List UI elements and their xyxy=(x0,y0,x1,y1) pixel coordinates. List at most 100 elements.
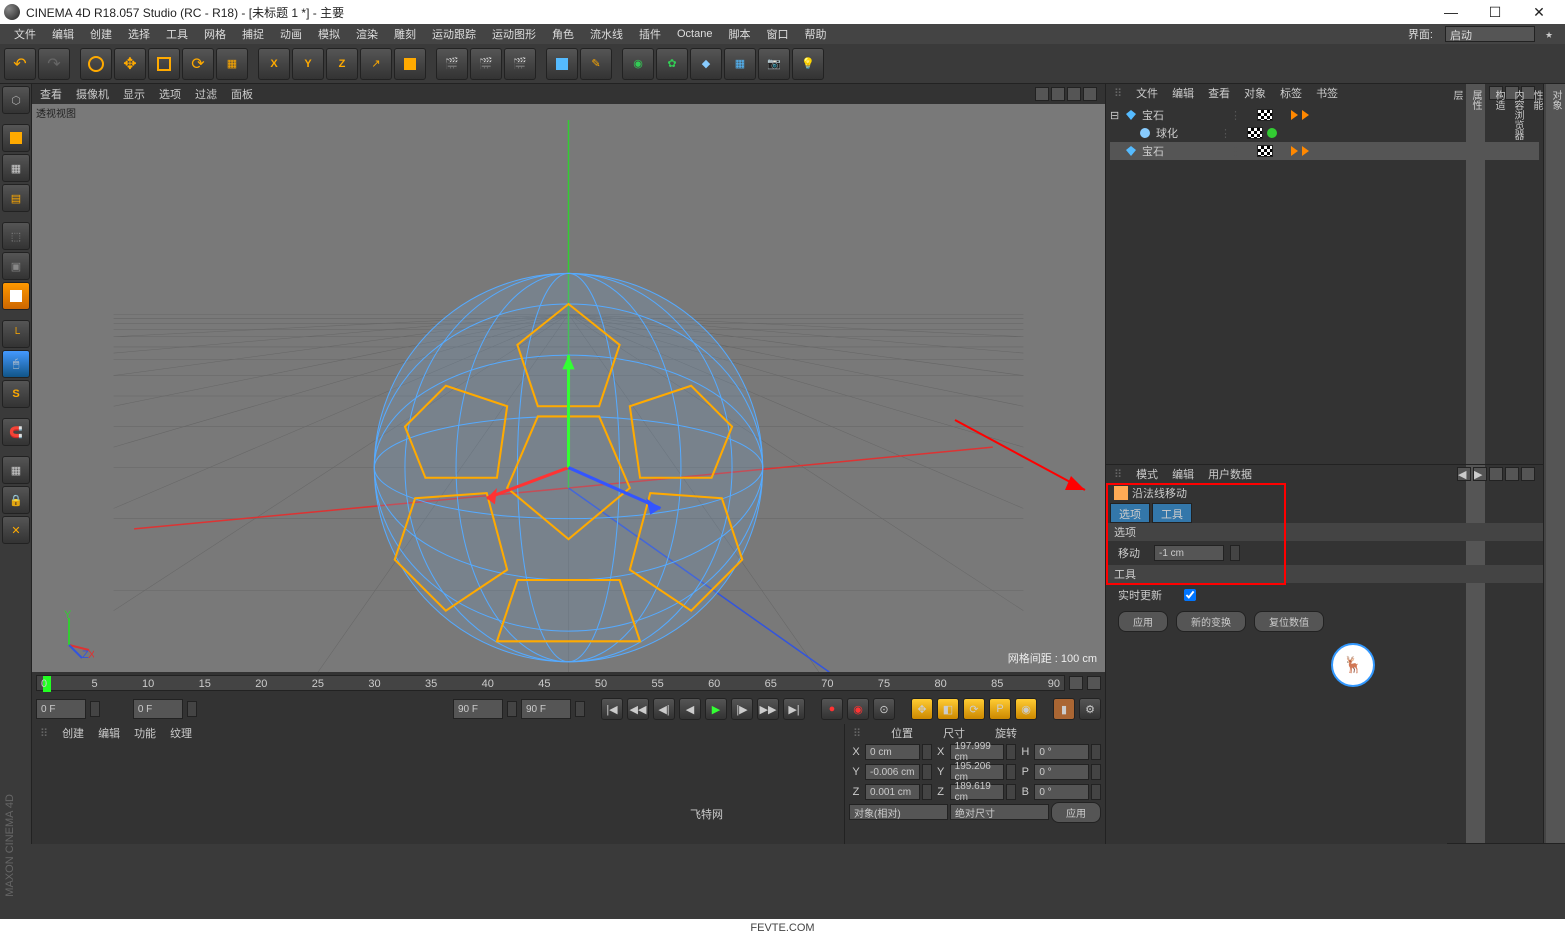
timeline-opt2[interactable] xyxy=(1087,676,1101,690)
key-opts[interactable]: ⊙ xyxy=(873,698,895,720)
menu-script[interactable]: 脚本 xyxy=(720,26,758,42)
prev-key[interactable]: ◀◀ xyxy=(627,698,649,720)
vp-icon-2[interactable] xyxy=(1051,87,1065,101)
close-button[interactable]: ✕ xyxy=(1517,0,1561,24)
axis-widget[interactable]: X Y Z xyxy=(44,610,94,660)
tag-sel-icon[interactable] xyxy=(1302,110,1309,120)
rtab-object[interactable]: 对象 xyxy=(1546,84,1565,844)
menu-select[interactable]: 选择 xyxy=(120,26,158,42)
menu-render[interactable]: 渲染 xyxy=(348,26,386,42)
visibility-dots[interactable] xyxy=(1257,145,1273,157)
menu-octane[interactable]: Octane xyxy=(669,28,720,40)
coord-mode1[interactable]: 对象(相对) xyxy=(849,804,948,820)
model-mode[interactable] xyxy=(2,124,30,152)
am-new-icon[interactable] xyxy=(1521,467,1535,481)
y-axis-toggle[interactable]: Y xyxy=(292,48,324,80)
coord-mode2[interactable]: 绝对尺寸 xyxy=(950,804,1049,820)
am-back-icon[interactable]: ◀ xyxy=(1457,467,1471,481)
subtab-options[interactable]: 选项 xyxy=(1110,503,1150,523)
subtab-tool[interactable]: 工具 xyxy=(1152,503,1192,523)
tag-sel-icon[interactable] xyxy=(1302,146,1309,156)
record-key[interactable]: ● xyxy=(821,698,843,720)
menu-create[interactable]: 创建 xyxy=(82,26,120,42)
key-param[interactable]: P xyxy=(989,698,1011,720)
move-tool[interactable]: ✥ xyxy=(114,48,146,80)
vp-view[interactable]: 查看 xyxy=(40,86,62,102)
redo-button[interactable]: ↷ xyxy=(38,48,70,80)
menu-motion-track[interactable]: 运动跟踪 xyxy=(424,26,484,42)
apply-button[interactable]: 应用 xyxy=(1118,611,1168,632)
play[interactable]: ▶ xyxy=(705,698,727,720)
vp-icon-4[interactable] xyxy=(1083,87,1097,101)
x-axis-toggle[interactable]: X xyxy=(258,48,290,80)
make-editable[interactable]: ⬡ xyxy=(2,86,30,114)
viewport-canvas[interactable]: 网格间距 : 100 cm X Y Z xyxy=(32,120,1105,672)
timeline-settings-icon[interactable]: ⚙ xyxy=(1079,698,1101,720)
goto-start[interactable]: |◀ xyxy=(601,698,623,720)
range-start-spin[interactable] xyxy=(90,701,100,717)
maximize-button[interactable]: ☐ xyxy=(1473,0,1517,24)
mat-func[interactable]: 功能 xyxy=(134,725,156,741)
visibility-dots[interactable] xyxy=(1247,127,1263,139)
rotate-tool[interactable]: ⟳ xyxy=(182,48,214,80)
am-user[interactable]: 用户数据 xyxy=(1208,466,1252,482)
om-edit[interactable]: 编辑 xyxy=(1172,85,1194,101)
menu-animate[interactable]: 动画 xyxy=(272,26,310,42)
layout-lock-icon[interactable]: ⭑ xyxy=(1539,22,1559,46)
vp-filter[interactable]: 过滤 xyxy=(195,86,217,102)
range-end-spin[interactable] xyxy=(575,701,585,717)
menu-window[interactable]: 窗口 xyxy=(758,26,796,42)
key-rot[interactable]: ⟳ xyxy=(963,698,985,720)
timeline-opt1[interactable] xyxy=(1069,676,1083,690)
edge-mode[interactable]: ▣ xyxy=(2,252,30,280)
mat-create[interactable]: 创建 xyxy=(62,725,84,741)
range-end[interactable]: 90 F xyxy=(521,699,571,719)
render-settings[interactable]: 🎬 xyxy=(504,48,536,80)
am-up-icon[interactable] xyxy=(1489,467,1503,481)
menu-simulate[interactable]: 模拟 xyxy=(310,26,348,42)
menu-mesh[interactable]: 网格 xyxy=(196,26,234,42)
live-select-tool[interactable] xyxy=(80,48,112,80)
om-file[interactable]: 文件 xyxy=(1136,85,1158,101)
range-from-spin[interactable] xyxy=(507,701,517,717)
autokey[interactable]: ◉ xyxy=(847,698,869,720)
om-view[interactable]: 查看 xyxy=(1208,85,1230,101)
vp-icon-1[interactable] xyxy=(1035,87,1049,101)
cube-primitive[interactable] xyxy=(394,48,426,80)
menu-pipeline[interactable]: 流水线 xyxy=(582,26,631,42)
undo-button[interactable]: ↶ xyxy=(4,48,36,80)
snap-toggle[interactable]: S xyxy=(2,380,30,408)
menu-file[interactable]: 文件 xyxy=(6,26,44,42)
menu-sculpt[interactable]: 雕刻 xyxy=(386,26,424,42)
menu-mograph[interactable]: 运动图形 xyxy=(484,26,544,42)
point-mode[interactable]: ⬚ xyxy=(2,222,30,250)
polygon-mode[interactable] xyxy=(2,282,30,310)
new-transform-button[interactable]: 新的变换 xyxy=(1176,611,1246,632)
add-camera[interactable]: 📷 xyxy=(758,48,790,80)
vp-icon-3[interactable] xyxy=(1067,87,1081,101)
current-frame-spin[interactable] xyxy=(187,701,197,717)
coord-system-toggle[interactable]: ↗ xyxy=(360,48,392,80)
om-bookmark[interactable]: 书签 xyxy=(1316,85,1338,101)
add-generator[interactable]: ✿ xyxy=(656,48,688,80)
rot-h[interactable]: 0 ° xyxy=(1034,744,1089,760)
misc-tool[interactable]: ✕ xyxy=(2,516,30,544)
rot-p[interactable]: 0 ° xyxy=(1034,764,1089,780)
workplane-mode[interactable]: ▤ xyxy=(2,184,30,212)
enable-toggle[interactable] xyxy=(1267,128,1277,138)
menu-edit[interactable]: 编辑 xyxy=(44,26,82,42)
om-object[interactable]: 对象 xyxy=(1244,85,1266,101)
tag-phong-icon[interactable] xyxy=(1291,110,1298,120)
tag-phong-icon[interactable] xyxy=(1291,146,1298,156)
am-mode[interactable]: 模式 xyxy=(1136,466,1158,482)
size-x[interactable]: 197.999 cm xyxy=(950,744,1005,760)
next-key[interactable]: ▶▶ xyxy=(757,698,779,720)
vp-panel[interactable]: 面板 xyxy=(231,86,253,102)
viewport-solo[interactable]: ▦ xyxy=(2,456,30,484)
visibility-dots[interactable] xyxy=(1257,109,1273,121)
move-spin[interactable] xyxy=(1230,545,1240,561)
key-pla[interactable]: ◉ xyxy=(1015,698,1037,720)
soft-select[interactable]: 🧲 xyxy=(2,418,30,446)
pos-y[interactable]: -0.006 cm xyxy=(865,764,920,780)
add-light[interactable]: 💡 xyxy=(792,48,824,80)
